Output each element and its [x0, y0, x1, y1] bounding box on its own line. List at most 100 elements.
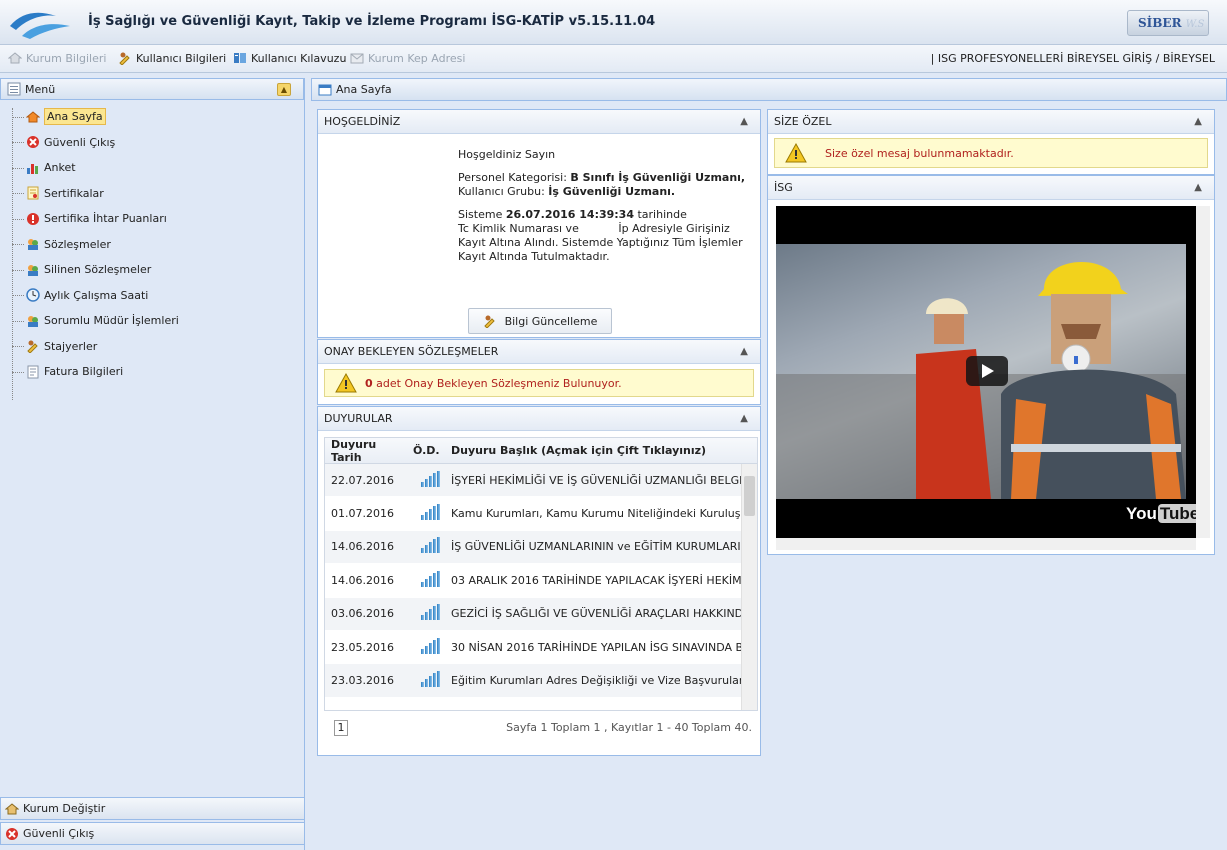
login-line-4: Kayıt Altında Tutulmaktadır. — [458, 250, 610, 263]
menu-item-label: Silinen Sözleşmeler — [44, 263, 152, 277]
toolbar-item-label: Kurum Kep Adresi — [368, 51, 466, 65]
main-tab-bar: Ana Sayfa — [311, 78, 1227, 101]
announcement-date: 23.03.2016 — [331, 674, 394, 688]
menu-item-sozlesmeler[interactable]: Sözleşmeler — [0, 232, 304, 258]
menu-item-silinen-sozlesmeler[interactable]: Silinen Sözleşmeler — [0, 257, 304, 283]
toolbar-item-label: Kurum Bilgileri — [26, 51, 107, 65]
announcement-title: Kamu Kurumları, Kamu Kurumu Niteliğindek… — [451, 507, 757, 521]
priority-bars-icon — [409, 504, 451, 521]
chevron-up-icon[interactable]: ▲ — [1194, 116, 1202, 127]
menu-icon — [7, 82, 21, 96]
menu-item-label: Sözleşmeler — [44, 237, 111, 251]
page-number[interactable]: 1 — [334, 720, 348, 736]
menu-item-label: Sorumlu Müdür İşlemleri — [44, 314, 179, 328]
category-value: B Sınıfı İş Güvenliği Uzmanı, — [570, 171, 746, 184]
announcement-date: 14.06.2016 — [331, 540, 394, 554]
warning-icon — [785, 143, 807, 163]
guide-icon — [234, 53, 246, 63]
grid-scroll-thumb[interactable] — [744, 476, 755, 516]
announcement-date: 23.05.2016 — [331, 640, 394, 654]
announcement-row[interactable]: 01.07.2016 Kamu Kurumları, Kamu Kurumu Ni… — [325, 497, 757, 531]
menu-item-guvenli-cikis[interactable]: Güvenli Çıkış — [0, 130, 304, 156]
user-edit-icon — [119, 52, 130, 65]
chevron-up-icon[interactable]: ▲ — [740, 413, 748, 424]
intern-icon — [27, 340, 38, 354]
collapse-menu-button[interactable]: ▲ — [277, 83, 291, 96]
video-horizontal-scrollbar[interactable] — [776, 538, 1196, 550]
pending-count: 0 — [365, 376, 373, 390]
house-icon — [8, 52, 22, 64]
pager-info: Sayfa 1 Toplam 1 , Kayıtlar 1 - 40 Topla… — [506, 721, 752, 734]
menu-item-label: Sertifikalar — [44, 186, 104, 200]
column-header-date[interactable]: Duyuru Tarih — [325, 438, 409, 464]
youtube-logo-you: You — [1126, 504, 1157, 523]
login-suffix: tarihinde — [633, 208, 687, 221]
isg-video-panel: İSG ▲ You Tube — [767, 175, 1215, 555]
column-header-od[interactable]: Ö.D. — [409, 444, 451, 457]
column-header-title[interactable]: Duyuru Başlık (Açmak için Çift Tıklayını… — [451, 444, 757, 457]
deleted-contract-icon — [28, 264, 38, 276]
login-line-3: Kayıt Altına Alındı. Sistemde Yaptığınız… — [458, 236, 743, 249]
isg-video-title: İSG — [774, 181, 793, 194]
menu-item-label: Sertifika İhtar Puanları — [44, 212, 167, 226]
video-player[interactable]: You Tube — [776, 206, 1196, 538]
group-value: İş Güvenliği Uzmanı. — [548, 185, 676, 198]
private-message: Size özel mesaj bulunmamaktadır. — [774, 138, 1208, 168]
logout-button[interactable]: Güvenli Çıkış — [0, 822, 305, 845]
pending-text: adet Onay Bekleyen Sözleşmeniz Bulunuyor… — [372, 376, 622, 390]
private-messages-panel: SİZE ÖZEL ▲ Size özel mesaj bulunmamakta… — [767, 109, 1215, 175]
toolbar-item-label: Kullanıcı Kılavuzu — [251, 51, 347, 65]
menu-item-anket[interactable]: Anket — [0, 155, 304, 181]
youtube-logo[interactable]: You Tube — [1126, 504, 1196, 524]
menu-item-stajyerler[interactable]: Stajyerler — [0, 334, 304, 360]
announcement-title: İŞ GÜVENLİĞİ UZMANLARININ ve EĞİTİM KURU… — [451, 540, 757, 554]
chevron-up-icon[interactable]: ▲ — [1194, 182, 1202, 193]
menu-item-sorumlu-mudur-islemleri[interactable]: Sorumlu Müdür İşlemleri — [0, 308, 304, 334]
announcement-row[interactable]: 23.03.2016 Eğitim Kurumları Adres Değişik… — [325, 664, 757, 698]
announcement-row[interactable]: 03.06.2016 GEZİCİ İŞ SAĞLIĞI VE GÜVENLİĞİ… — [325, 597, 757, 631]
menu-item-aylik-calisma-saati[interactable]: Aylık Çalışma Saati — [0, 283, 304, 309]
toolbar-kurum-kep-adresi[interactable]: Kurum Kep Adresi — [350, 51, 465, 65]
menu-item-sertifika-ihtar-puanlari[interactable]: Sertifika İhtar Puanları — [0, 206, 304, 232]
menu-item-label: Aylık Çalışma Saati — [44, 288, 149, 302]
announcement-row[interactable]: 14.06.2016 İŞ GÜVENLİĞİ UZMANLARININ ve E… — [325, 530, 757, 565]
private-messages-header: SİZE ÖZEL ▲ — [768, 110, 1214, 134]
announcement-date: 14.06.2016 — [331, 573, 394, 587]
toolbar-kullanici-kilavuzu[interactable]: Kullanıcı Kılavuzu — [233, 51, 346, 65]
login-prefix: Sisteme — [458, 208, 506, 221]
menu-item-ana-sayfa[interactable]: Ana Sayfa — [0, 104, 304, 130]
youtube-logo-tube: Tube — [1157, 504, 1196, 523]
menu-panel: Menü ▲ Ana Sayfa Güvenli Çıkış Anket Ser… — [0, 78, 305, 850]
priority-bars-icon — [409, 570, 451, 587]
toolbar-kurum-bilgileri[interactable]: Kurum Bilgileri — [8, 51, 106, 65]
play-button[interactable] — [966, 356, 1008, 386]
announcement-row[interactable]: 14.06.2016 03 ARALIK 2016 TARİHİNDE YAPIL… — [325, 564, 757, 598]
menu-item-label: Anket — [44, 161, 76, 175]
announcement-row[interactable]: 22.07.2016 İŞYERİ HEKİMLİĞİ VE İŞ GÜVENLİ… — [325, 464, 757, 498]
menu-item-label: Ana Sayfa — [44, 108, 106, 126]
video-vertical-scrollbar[interactable] — [1196, 206, 1210, 538]
certificate-icon — [27, 186, 39, 200]
chevron-up-icon[interactable]: ▲ — [740, 346, 748, 357]
user-edit-icon — [483, 315, 495, 328]
announcement-title: İŞYERİ HEKİMLİĞİ VE İŞ GÜVENLİĞİ UZMANLI… — [451, 473, 757, 487]
chevron-up-icon[interactable]: ▲ — [740, 116, 748, 127]
home-icon — [26, 111, 40, 123]
login-line-2: Tc Kimlik Numarası ve — [458, 222, 579, 235]
announcement-row[interactable]: 23.05.2016 30 NİSAN 2016 TARİHİNDE YAPILA… — [325, 631, 757, 665]
pending-contracts-message: 0 adet Onay Bekleyen Sözleşmeniz Bulunuy… — [324, 369, 754, 397]
tab-ana-sayfa[interactable]: Ana Sayfa — [336, 83, 392, 96]
announcement-date: 03.06.2016 — [331, 607, 394, 621]
grid-scrollbar[interactable] — [741, 464, 757, 710]
menu-item-sertifikalar[interactable]: Sertifikalar — [0, 181, 304, 207]
update-info-button[interactable]: Bilgi Güncelleme — [468, 308, 612, 334]
toolbar-kullanici-bilgileri[interactable]: Kullanıcı Bilgileri — [118, 51, 226, 65]
change-organization-button[interactable]: Kurum Değiştir — [0, 797, 305, 820]
grid-header: Duyuru Tarih Ö.D. Duyuru Başlık (Açmak i… — [325, 438, 757, 464]
announcements-header: DUYURULAR ▲ — [318, 407, 760, 431]
menu-item-fatura-bilgileri[interactable]: Fatura Bilgileri — [0, 359, 304, 385]
house-icon — [5, 802, 19, 814]
page-icon — [318, 84, 332, 95]
toolbar: Kurum Bilgileri Kullanıcı Bilgileri Kull… — [0, 45, 1227, 73]
announcement-title: Eğitim Kurumları Adres Değişikliği ve Vi… — [451, 674, 757, 688]
